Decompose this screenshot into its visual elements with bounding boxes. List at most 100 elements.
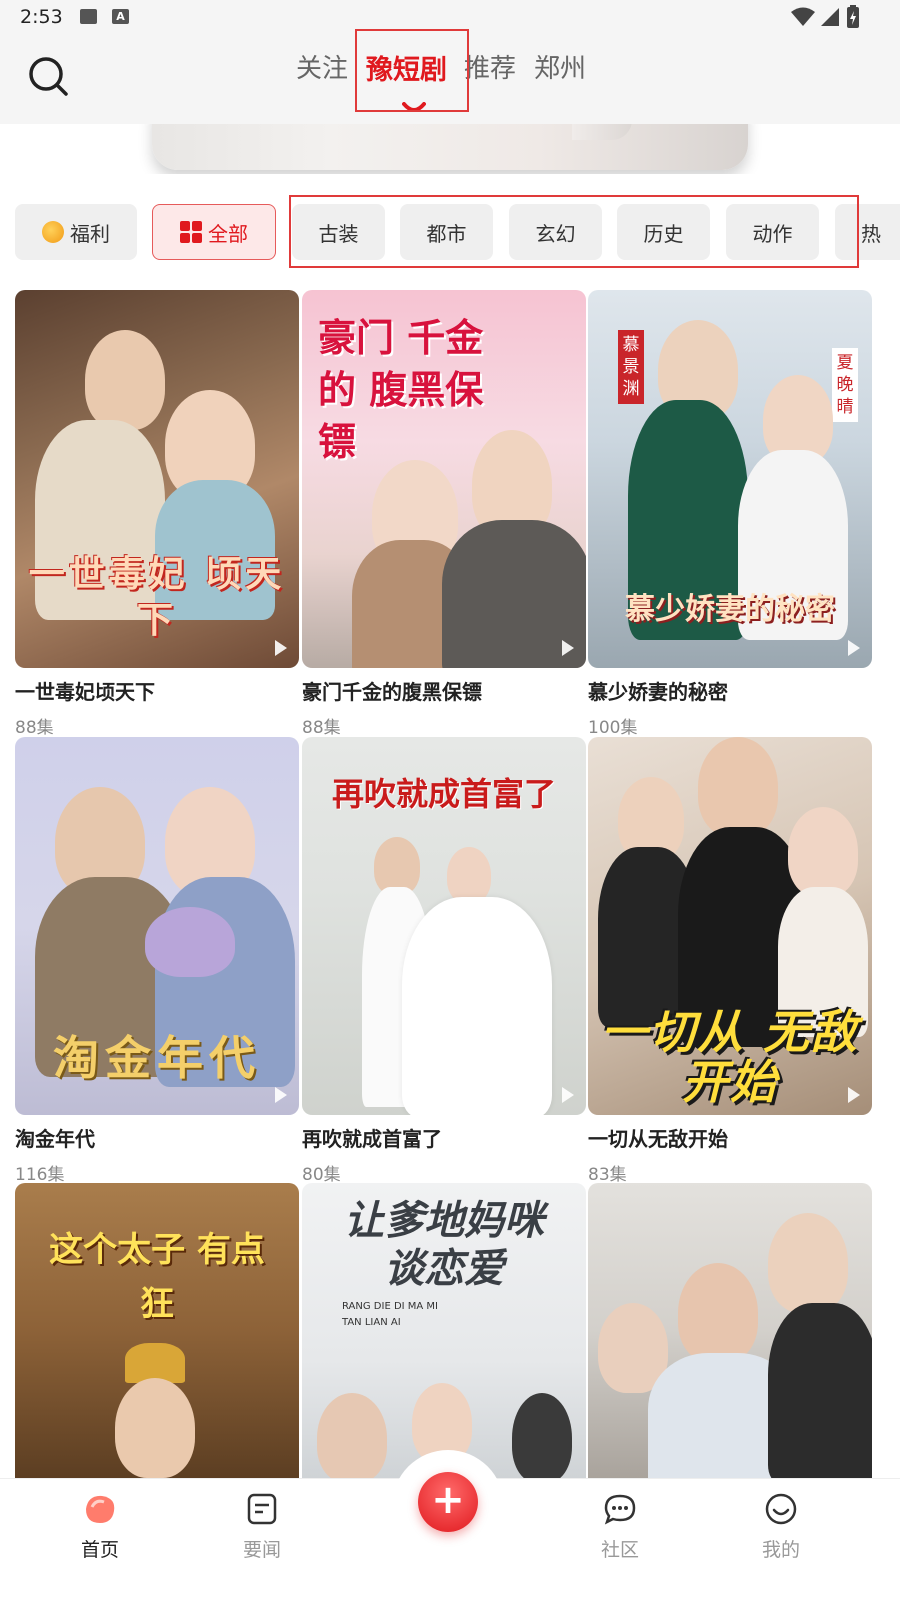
wifi-icon <box>791 7 815 26</box>
chip-label: 古装 <box>318 221 359 246</box>
drama-poster[interactable] <box>588 1183 872 1478</box>
poster-subtitle: TAN LIAN AI <box>342 1317 401 1328</box>
poster-title: 慕少娇妻的秘密 <box>625 592 835 627</box>
poster-title: 豪门 千金的 腹黑保镖 <box>318 316 484 464</box>
chip-hot[interactable]: 热 <box>835 204 900 260</box>
poster-figure <box>512 1393 572 1478</box>
add-button[interactable]: + <box>418 1472 478 1532</box>
drama-poster[interactable]: 这个太子 有点狂 <box>15 1183 299 1478</box>
nav-community[interactable]: 社区 <box>570 1493 670 1562</box>
drama-card[interactable]: 让爹地妈咪谈恋爱 RANG DIE DI MA MI TAN LIAN AI <box>302 1183 586 1478</box>
chip-action[interactable]: 动作 <box>726 204 819 260</box>
drama-card[interactable]: 豪门 千金的 腹黑保镖 豪门千金的腹黑保镖 88集 <box>302 290 586 738</box>
poster-figure <box>317 1393 387 1478</box>
drama-name: 豪门千金的腹黑保镖 <box>302 680 482 704</box>
play-icon <box>562 640 574 656</box>
drama-card[interactable]: 一切从 无敌开始 一切从无敌开始 83集 <box>588 737 872 1185</box>
battery-icon <box>847 5 859 28</box>
status-bar: 2:53 A <box>0 0 900 36</box>
nav-profile[interactable]: 我的 <box>731 1493 831 1562</box>
poster-figure <box>125 1343 185 1383</box>
poster-side-name: 慕景渊 <box>618 330 644 404</box>
episode-count: 88集 <box>15 718 54 738</box>
drama-poster[interactable]: 再吹就成首富了 <box>302 737 586 1115</box>
drama-poster[interactable]: 淘金年代 <box>15 737 299 1115</box>
nav-label: 社区 <box>600 1539 639 1561</box>
tab-follow[interactable]: 关注 <box>296 48 348 85</box>
chip-costume[interactable]: 古装 <box>292 204 385 260</box>
chip-label: 都市 <box>426 221 467 246</box>
poster-figure <box>85 330 165 430</box>
poster-title: 再吹就成首富了 <box>331 775 556 813</box>
a-icon: A <box>112 9 129 24</box>
drama-poster[interactable]: 一切从 无敌开始 <box>588 737 872 1115</box>
drama-name: 再吹就成首富了 <box>302 1127 442 1151</box>
nav-label: 我的 <box>761 1539 800 1561</box>
poster-title: 这个太子 有点狂 <box>49 1230 265 1324</box>
poster-figure <box>768 1213 848 1313</box>
banner-image[interactable] <box>152 124 748 170</box>
chip-history[interactable]: 历史 <box>617 204 710 260</box>
drama-poster[interactable]: 豪门 千金的 腹黑保镖 <box>302 290 586 668</box>
chip-all[interactable]: 全部 <box>152 204 276 260</box>
poster-figure <box>678 1263 758 1363</box>
poster-figure <box>115 1378 195 1478</box>
episode-count: 116集 <box>15 1165 65 1185</box>
drama-card[interactable]: 这个太子 有点狂 <box>15 1183 299 1478</box>
nav-label: 要闻 <box>242 1539 281 1561</box>
smile-icon <box>765 1493 797 1525</box>
chip-welfare[interactable]: 福利 <box>15 204 137 260</box>
episode-count: 88集 <box>302 718 341 738</box>
tab-recommend[interactable]: 推荐 <box>464 48 516 85</box>
nav-news[interactable]: 要闻 <box>212 1493 312 1562</box>
poster-subtitle: RANG DIE DI MA MI <box>342 1301 438 1312</box>
drama-card[interactable]: 淘金年代 淘金年代 116集 <box>15 737 299 1185</box>
plus-icon: + <box>431 1477 465 1523</box>
grid-icon <box>180 221 202 243</box>
drama-name: 慕少娇妻的秘密 <box>588 680 728 704</box>
chip-label: 福利 <box>70 221 110 246</box>
drama-poster[interactable]: 让爹地妈咪谈恋爱 RANG DIE DI MA MI TAN LIAN AI <box>302 1183 586 1478</box>
episode-count: 83集 <box>588 1165 627 1185</box>
signal-icon <box>821 8 839 26</box>
drama-card[interactable]: 慕景渊 夏晚晴 慕少娇妻的秘密 慕少娇妻的秘密 100集 <box>588 290 872 738</box>
poster-title: 淘金年代 <box>53 1031 261 1085</box>
tab-yu-short-drama[interactable]: 豫短剧 <box>366 48 447 87</box>
play-icon <box>848 1087 860 1103</box>
nav-home[interactable]: 首页 <box>50 1493 150 1562</box>
drama-poster[interactable]: 一世毒妃 顷天下 <box>15 290 299 668</box>
chip-label: 热 <box>861 221 881 246</box>
chip-label: 历史 <box>643 221 684 246</box>
home-icon <box>86 1495 115 1523</box>
search-icon[interactable] <box>24 52 72 100</box>
status-time: 2:53 <box>20 6 63 28</box>
drama-card[interactable]: 再吹就成首富了 再吹就成首富了 80集 <box>302 737 586 1185</box>
chat-icon <box>604 1494 636 1525</box>
episode-count: 80集 <box>302 1165 341 1185</box>
news-icon <box>247 1493 277 1525</box>
play-icon <box>848 640 860 656</box>
drama-card[interactable] <box>588 1183 872 1478</box>
poster-title: 一世毒妃 顷天下 <box>28 554 286 641</box>
banner-carousel[interactable] <box>0 124 900 174</box>
image-icon <box>80 9 97 24</box>
drama-card[interactable]: 一世毒妃 顷天下 一世毒妃顷天下 88集 <box>15 290 299 738</box>
drama-poster[interactable]: 慕景渊 夏晚晴 慕少娇妻的秘密 <box>588 290 872 668</box>
poster-title: 一切从 无敌开始 <box>600 1005 859 1109</box>
play-icon <box>275 1087 287 1103</box>
poster-figure <box>145 907 235 977</box>
drama-name: 淘金年代 <box>15 1127 95 1151</box>
nav-label: 首页 <box>80 1539 119 1561</box>
poster-figure <box>447 847 491 903</box>
chip-label: 全部 <box>208 221 248 246</box>
episode-count: 100集 <box>588 718 638 738</box>
play-icon <box>562 1087 574 1103</box>
active-tab-indicator <box>402 102 426 112</box>
chip-urban[interactable]: 都市 <box>400 204 493 260</box>
tab-zhengzhou[interactable]: 郑州 <box>534 48 586 85</box>
poster-figure <box>698 737 778 837</box>
poster-title: 让爹地妈咪谈恋爱 <box>344 1198 544 1292</box>
chip-fantasy[interactable]: 玄幻 <box>509 204 602 260</box>
chip-label: 玄幻 <box>535 221 576 246</box>
poster-figure <box>768 1303 872 1478</box>
